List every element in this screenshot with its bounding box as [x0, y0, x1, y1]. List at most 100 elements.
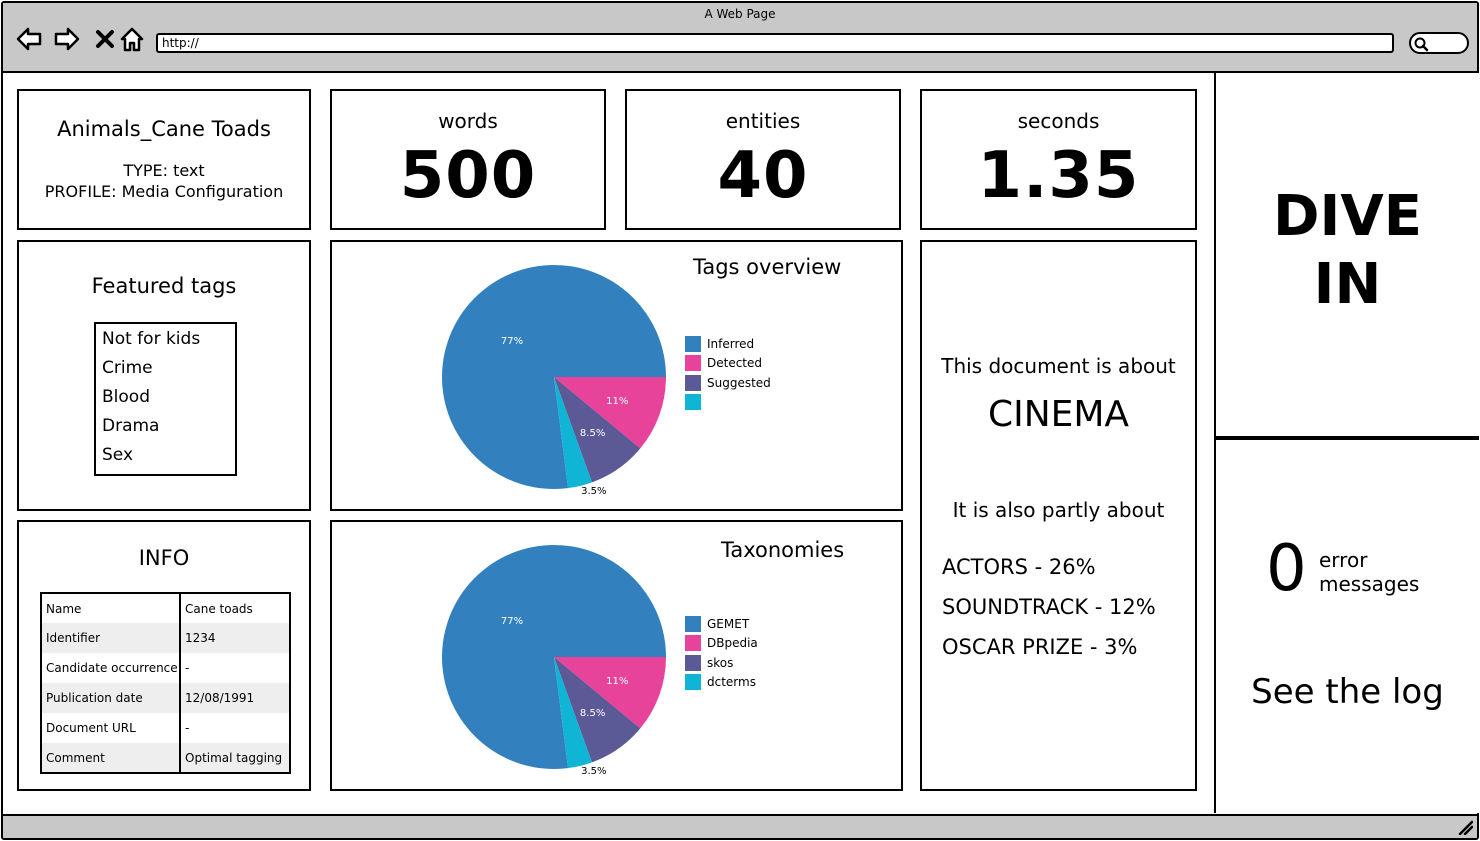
pie-slice-label: 11%: [606, 396, 628, 407]
legend-item: DBpedia: [685, 634, 758, 654]
error-label-line1: error: [1319, 548, 1368, 572]
legend-item: GEMET: [685, 614, 758, 634]
browser-window: A Web Page http:// Animals_Cane Toads TY…: [1, 1, 1479, 840]
tags-legend: Inferred Detected Suggested: [685, 334, 771, 412]
pie-slice-label: 8.5%: [580, 708, 605, 719]
info-value: -: [185, 721, 190, 735]
legend-swatch: [685, 335, 701, 352]
featured-tags-card: Featured tags Not for kids Crime Blood D…: [17, 240, 311, 511]
topic-item: ACTORS - 26%: [942, 555, 1096, 579]
table-row: Candidate occurrence -: [41, 653, 290, 683]
legend-swatch: [685, 635, 701, 652]
pie-slice-label: 77%: [501, 616, 523, 627]
pie-slice-label: 3.5%: [581, 486, 606, 497]
tag-item[interactable]: Not for kids: [102, 327, 235, 356]
error-label: error messages: [1319, 548, 1419, 596]
errors-card: 0 error messages See the log: [1214, 438, 1479, 813]
legend-label: Detected: [707, 356, 763, 371]
seconds-stat-card: seconds 1.35: [920, 89, 1197, 230]
pie-slice-label: 3.5%: [581, 766, 606, 777]
legend-item: Suggested: [685, 373, 771, 393]
legend-label: GEMET: [707, 616, 750, 631]
words-label: words: [438, 109, 498, 133]
document-type: TYPE: text: [123, 161, 205, 180]
legend-swatch: [685, 615, 701, 632]
legend-swatch: [685, 674, 701, 691]
window-title: A Web Page: [704, 7, 776, 21]
url-input[interactable]: http://: [156, 33, 1394, 53]
legend-swatch: [685, 394, 701, 411]
resize-grip-icon[interactable]: [1457, 819, 1473, 835]
pie-slice-label: 11%: [606, 676, 628, 687]
featured-tags-list[interactable]: Not for kids Crime Blood Drama Sex: [94, 322, 237, 476]
error-count: 0: [1266, 532, 1307, 606]
info-key: Name: [41, 593, 181, 623]
forward-arrow-icon[interactable]: [53, 25, 81, 53]
pie-slice-label: 77%: [501, 336, 523, 347]
legend-item: Inferred: [685, 334, 771, 354]
about-intro: This document is about: [941, 354, 1176, 378]
dive-in-line1: DIVE: [1273, 184, 1422, 249]
about-card: This document is about CINEMA It is also…: [920, 240, 1197, 791]
table-row: Identifier 1234: [41, 623, 290, 653]
home-icon[interactable]: [118, 25, 146, 53]
taxonomies-card: Taxonomies 77% 11% 8.5% 3.5% GEMET DBpedia sk…: [330, 520, 903, 791]
entities-stat-card: entities 40: [625, 89, 901, 230]
back-arrow-icon[interactable]: [15, 25, 43, 53]
info-key: Identifier: [41, 623, 181, 653]
info-key: Publication date: [41, 683, 181, 713]
error-label-line2: messages: [1319, 572, 1420, 596]
search-input[interactable]: [1409, 32, 1469, 54]
legend-item: Detected: [685, 354, 771, 374]
dive-in-button[interactable]: DIVE IN: [1214, 73, 1479, 438]
table-row: Comment Optimal tagging: [41, 743, 290, 773]
main-topic: CINEMA: [987, 394, 1130, 435]
table-row: Document URL -: [41, 713, 290, 743]
tag-item[interactable]: Sex: [102, 443, 235, 472]
info-card: INFO Name Cane toads Identifier 1234 Candi…: [17, 520, 311, 791]
words-stat-card: words 500: [330, 89, 606, 230]
entities-label: entities: [725, 109, 801, 133]
status-bar: [3, 814, 1477, 838]
info-value: -: [185, 661, 190, 675]
legend-swatch: [685, 374, 701, 391]
table-row: Publication date 12/08/1991: [41, 683, 290, 713]
chart-title: Tags overview: [693, 255, 842, 279]
legend-item: dcterms: [685, 673, 758, 693]
chart-title: Taxonomies: [721, 538, 845, 562]
legend-item: skos: [685, 653, 758, 673]
dive-in-line2: IN: [1313, 252, 1382, 317]
pie-slice-label: 8.5%: [580, 428, 605, 439]
legend-label: Inferred: [707, 336, 755, 351]
see-log-link[interactable]: See the log: [1216, 672, 1479, 712]
tag-item[interactable]: Crime: [102, 356, 235, 385]
seconds-label: seconds: [1017, 109, 1100, 133]
seconds-value: 1.35: [977, 139, 1140, 213]
legend-label: DBpedia: [707, 636, 758, 651]
taxonomies-legend: GEMET DBpedia skos dcterms: [685, 614, 758, 692]
tag-item[interactable]: Drama: [102, 414, 235, 443]
browser-toolbar: A Web Page http://: [3, 3, 1477, 73]
info-key: Candidate occurrence: [41, 653, 181, 683]
legend-label: skos: [707, 655, 734, 670]
info-value: 1234: [180, 623, 290, 653]
search-icon: [1414, 37, 1429, 52]
tag-item[interactable]: Blood: [102, 385, 235, 414]
tags-pie-chart: 77% 11% 8.5% 3.5%: [442, 265, 666, 497]
entities-value: 40: [717, 139, 809, 213]
featured-tags-title: Featured tags: [91, 274, 237, 298]
legend-swatch: [685, 355, 701, 372]
close-icon[interactable]: [91, 25, 119, 53]
legend-item: [685, 393, 771, 413]
info-table: Name Cane toads Identifier 1234 Candidate …: [40, 592, 291, 774]
info-title: INFO: [138, 546, 190, 570]
legend-swatch: [685, 654, 701, 671]
info-value: Cane toads: [185, 601, 253, 616]
table-row: Name Cane toads: [41, 593, 290, 623]
legend-label: dcterms: [707, 675, 756, 690]
taxonomies-pie-chart: 77% 11% 8.5% 3.5%: [442, 545, 666, 777]
document-profile: PROFILE: Media Configuration: [44, 182, 284, 201]
topic-item: OSCAR PRIZE - 3%: [942, 635, 1138, 659]
words-value: 500: [399, 139, 537, 213]
legend-label: Suggested: [707, 375, 771, 390]
